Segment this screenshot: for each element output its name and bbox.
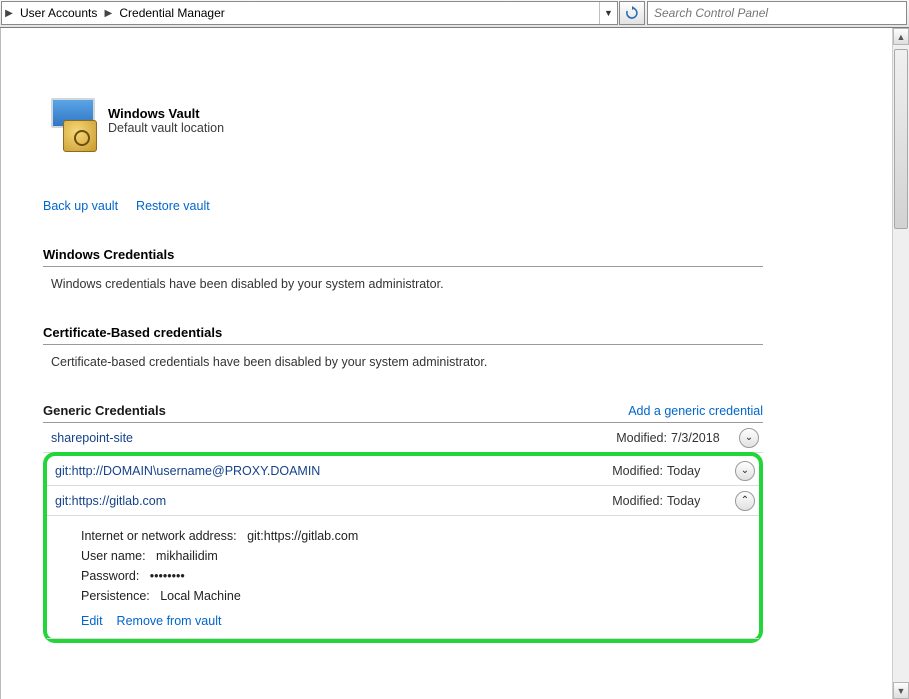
detail-username-value: mikhailidim — [156, 549, 218, 563]
search-input[interactable] — [648, 2, 906, 24]
detail-persistence-label: Persistence: — [81, 589, 150, 603]
modified-label: Modified: — [612, 464, 663, 478]
chevron-right-icon: ▶ — [2, 2, 16, 24]
scroll-down-button[interactable]: ▼ — [893, 682, 909, 699]
modified-label: Modified: — [612, 494, 663, 508]
windows-credentials-message: Windows credentials have been disabled b… — [43, 267, 763, 291]
remove-credential-link[interactable]: Remove from vault — [117, 614, 222, 628]
chevron-down-icon[interactable]: ⌄ — [739, 428, 759, 448]
chevron-up-icon[interactable]: ⌃ — [735, 491, 755, 511]
detail-address-value: git:https://gitlab.com — [247, 529, 358, 543]
cert-credentials-message: Certificate-based credentials have been … — [43, 345, 763, 369]
cert-credentials-heading: Certificate-Based credentials — [43, 325, 763, 345]
detail-password-label: Password: — [81, 569, 139, 583]
scroll-up-button[interactable]: ▲ — [893, 28, 909, 45]
restore-vault-link[interactable]: Restore vault — [136, 199, 210, 213]
generic-credentials-list: sharepoint-site Modified: 7/3/2018 ⌄ git… — [43, 423, 763, 643]
detail-username-label: User name: — [81, 549, 146, 563]
edit-credential-link[interactable]: Edit — [81, 614, 103, 628]
credential-row[interactable]: git:http://DOMAIN\username@PROXY.DOAMIN … — [47, 456, 759, 486]
credential-name: git:http://DOMAIN\username@PROXY.DOAMIN — [55, 464, 612, 478]
generic-credentials-heading: Generic Credentials — [43, 403, 166, 418]
credential-details: Internet or network address: git:https:/… — [47, 516, 759, 639]
vault-title: Windows Vault — [108, 106, 224, 121]
modified-value: Today — [667, 464, 729, 478]
add-generic-credential-link[interactable]: Add a generic credential — [628, 404, 763, 418]
breadcrumb-credential-manager[interactable]: Credential Manager — [115, 6, 228, 20]
refresh-button[interactable] — [619, 1, 645, 25]
refresh-icon — [625, 6, 639, 20]
chevron-down-icon[interactable]: ⌄ — [735, 461, 755, 481]
chevron-right-icon: ▶ — [101, 2, 115, 24]
highlighted-credentials: git:http://DOMAIN\username@PROXY.DOAMIN … — [43, 452, 763, 643]
modified-value: 7/3/2018 — [671, 431, 733, 445]
breadcrumb-user-accounts[interactable]: User Accounts — [16, 6, 101, 20]
backup-vault-link[interactable]: Back up vault — [43, 199, 118, 213]
vault-header: Windows Vault Default vault location — [43, 98, 763, 153]
modified-label: Modified: — [616, 431, 667, 445]
scroll-track[interactable] — [893, 45, 909, 682]
scroll-thumb[interactable] — [894, 49, 908, 229]
detail-address-label: Internet or network address: — [81, 529, 237, 543]
search-box[interactable] — [647, 1, 907, 25]
credential-name: sharepoint-site — [51, 431, 616, 445]
address-bar[interactable]: ▶ User Accounts ▶ Credential Manager ▼ — [1, 1, 618, 25]
address-dropdown-button[interactable]: ▼ — [599, 2, 617, 24]
vertical-scrollbar[interactable]: ▲ ▼ — [892, 28, 909, 699]
windows-credentials-heading: Windows Credentials — [43, 247, 763, 267]
modified-value: Today — [667, 494, 729, 508]
detail-password-value: •••••••• — [150, 569, 185, 583]
detail-persistence-value: Local Machine — [160, 589, 241, 603]
credential-row[interactable]: git:https://gitlab.com Modified: Today ⌃ — [47, 486, 759, 516]
credential-row[interactable]: sharepoint-site Modified: 7/3/2018 ⌄ — [43, 423, 763, 453]
windows-vault-icon — [43, 98, 98, 153]
vault-subtitle: Default vault location — [108, 121, 224, 135]
credential-name: git:https://gitlab.com — [55, 494, 612, 508]
